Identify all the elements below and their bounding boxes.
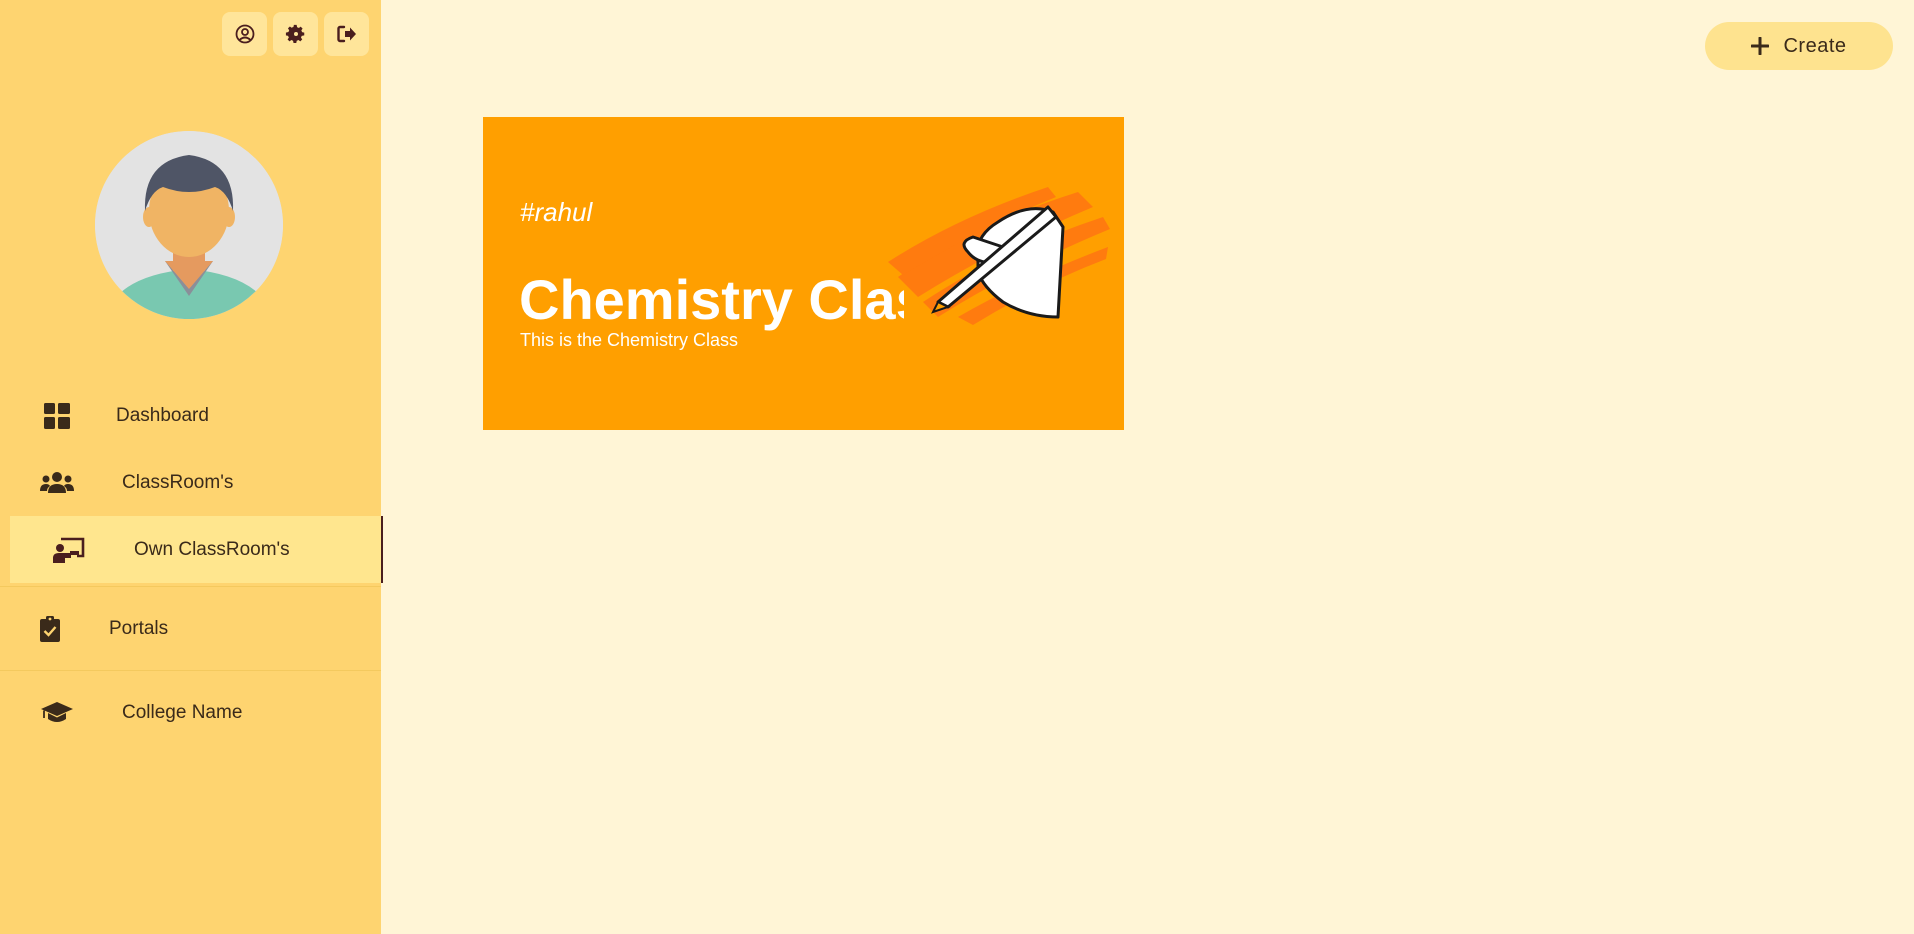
sidebar-nav: Dashboard ClassRoom's Own ClassRoom's Po… [0,382,383,751]
logout-button[interactable] [324,12,369,56]
sidebar-divider [0,586,381,587]
clipboard-check-icon [33,612,67,646]
sidebar-item-label: Dashboard [116,404,209,426]
classroom-description: This is the Chemistry Class [520,330,739,350]
sidebar-item-label: Own ClassRoom's [134,538,290,560]
chalkboard-teacher-icon [52,533,86,567]
sidebar-item-label: College Name [122,701,243,723]
grid-icon [40,399,74,433]
sidebar-item-classrooms[interactable]: ClassRoom's [0,449,381,516]
classroom-tag: #rahul [520,197,593,227]
graduation-cap-icon [40,696,74,730]
gear-icon [285,24,304,43]
plus-icon [1751,37,1770,55]
create-button[interactable]: Create [1705,22,1893,70]
classroom-title: Chemistry Class [519,268,904,331]
avatar [95,131,283,319]
sidebar-divider [0,670,381,671]
user-circle-icon [235,24,254,44]
sidebar-item-portals[interactable]: Portals [0,590,381,667]
sidebar-item-dashboard[interactable]: Dashboard [0,382,381,449]
classroom-card[interactable]: #rahul Chemistry Class This is the Chemi… [483,117,1124,430]
create-button-label: Create [1783,34,1847,57]
sign-out-icon [336,25,356,43]
sidebar-item-own-classrooms[interactable]: Own ClassRoom's [10,516,383,583]
sidebar-item-college-name[interactable]: College Name [0,674,381,751]
sidebar-top-icons [222,12,369,56]
sidebar: Dashboard ClassRoom's Own ClassRoom's Po… [0,0,383,934]
users-icon [40,466,74,500]
sidebar-item-label: Portals [109,617,169,639]
profile-button[interactable] [222,12,267,56]
sidebar-item-label: ClassRoom's [122,471,234,493]
writing-hand-illustration [888,187,1110,325]
settings-button[interactable] [273,12,318,56]
